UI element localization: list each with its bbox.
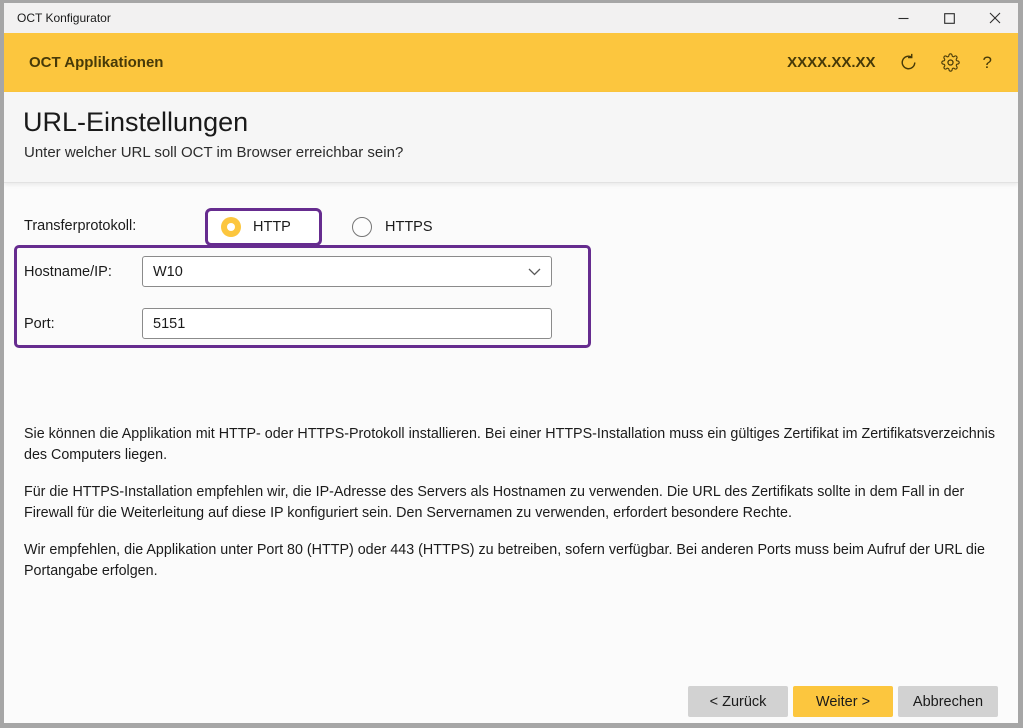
gear-icon	[941, 53, 960, 72]
port-row: Port:	[24, 308, 552, 339]
window-body: OCT Konfigurator OCT Applikationen XXXX.…	[4, 3, 1018, 723]
content-area: Transferprotokoll: HTTP HTTPS Hostname/I…	[4, 184, 1018, 723]
maximize-button[interactable]	[926, 3, 972, 33]
hostname-label: Hostname/IP:	[24, 264, 142, 280]
hostname-value: W10	[153, 264, 183, 280]
page-heading-section: URL-Einstellungen Unter welcher URL soll…	[4, 92, 1018, 183]
radio-selected-dot	[227, 223, 235, 231]
hostname-row: Hostname/IP: W10	[24, 256, 552, 287]
protocol-option-https: HTTPS	[352, 217, 433, 237]
version-label: XXXX.XX.XX	[787, 54, 875, 71]
close-icon	[989, 12, 1001, 24]
page-title: URL-Einstellungen	[23, 107, 248, 138]
cancel-button[interactable]: Abbrechen	[898, 686, 998, 717]
app-header: OCT Applikationen XXXX.XX.XX ?	[4, 33, 1018, 92]
info-text: Sie können die Applikation mit HTTP- ode…	[24, 424, 1002, 598]
radio-http-label[interactable]: HTTP	[253, 219, 291, 235]
port-label: Port:	[24, 316, 142, 332]
minimize-icon	[898, 13, 909, 24]
header-actions: XXXX.XX.XX ?	[787, 53, 1018, 73]
back-button[interactable]: < Zurück	[688, 686, 788, 717]
protocol-highlight-frame: HTTP	[205, 208, 322, 246]
minimize-button[interactable]	[880, 3, 926, 33]
app-title: OCT Applikationen	[4, 54, 787, 71]
app-window: OCT Konfigurator OCT Applikationen XXXX.…	[0, 0, 1023, 728]
radio-https[interactable]	[352, 217, 372, 237]
chevron-down-icon[interactable]	[528, 268, 541, 276]
port-input[interactable]	[142, 308, 552, 339]
info-paragraph-https-recommendation: Für die HTTPS-Installation empfehlen wir…	[24, 482, 1002, 524]
hostname-combobox[interactable]: W10	[142, 256, 552, 287]
window-controls	[880, 3, 1018, 33]
host-port-highlight-frame: Hostname/IP: W10 Port:	[14, 245, 591, 348]
refresh-button[interactable]	[899, 53, 918, 72]
help-button[interactable]: ?	[983, 53, 992, 73]
refresh-icon	[899, 53, 918, 72]
next-button[interactable]: Weiter >	[793, 686, 893, 717]
maximize-icon	[944, 13, 955, 24]
radio-https-label[interactable]: HTTPS	[385, 219, 433, 235]
info-paragraph-ports: Wir empfehlen, die Applikation unter Por…	[24, 540, 1002, 582]
window-titlebar: OCT Konfigurator	[4, 3, 1018, 33]
window-title: OCT Konfigurator	[4, 11, 880, 25]
settings-button[interactable]	[941, 53, 960, 72]
page-subtitle: Unter welcher URL soll OCT im Browser er…	[24, 144, 403, 161]
info-paragraph-protocol: Sie können die Applikation mit HTTP- ode…	[24, 424, 1002, 466]
close-button[interactable]	[972, 3, 1018, 33]
radio-http[interactable]	[221, 217, 241, 237]
transfer-protocol-label: Transferprotokoll:	[24, 218, 136, 234]
